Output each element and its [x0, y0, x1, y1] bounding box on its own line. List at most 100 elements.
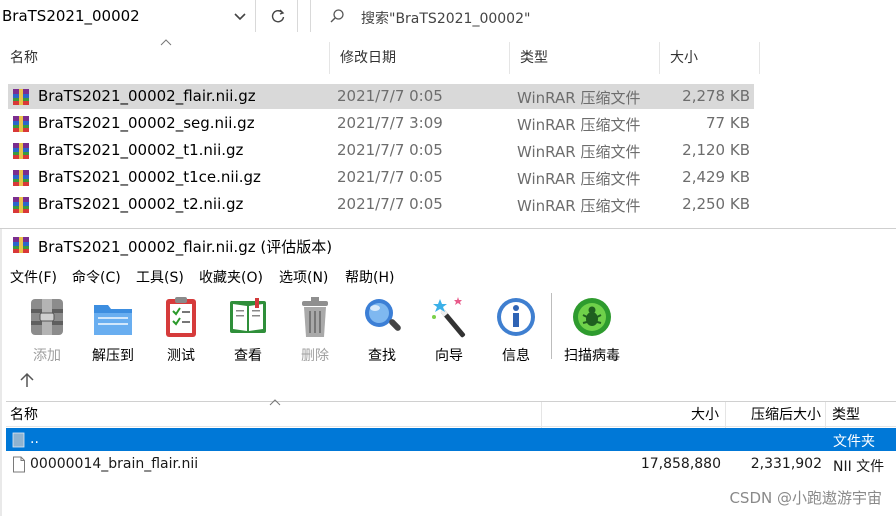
file-name: BraTS2021_00002_t1.nii.gz: [38, 141, 244, 159]
menu-options[interactable]: 选项(N): [279, 267, 328, 287]
row-packed-size: 2,331,902: [750, 456, 822, 472]
menu-favorites[interactable]: 收藏夹(O): [199, 267, 263, 287]
chevron-down-icon[interactable]: [232, 8, 248, 24]
column-type[interactable]: 类型: [510, 42, 660, 74]
row-type: 文件夹: [833, 434, 875, 450]
extract-to-label: 解压到: [92, 348, 134, 364]
extract-folder-icon: [94, 305, 132, 335]
view-label: 查看: [234, 348, 262, 364]
archive-column-name[interactable]: 名称: [6, 402, 542, 428]
winrar-window: BraTS2021_00002_flair.nii.gz (评估版本) 文件(F…: [0, 228, 896, 516]
archive-column-size[interactable]: 大小: [542, 402, 726, 428]
file-name: BraTS2021_00002_seg.nii.gz: [38, 114, 255, 132]
file-date: 2021/7/7 3:09: [337, 114, 443, 132]
rar-archive-icon: [13, 116, 29, 132]
add-archive-icon: [31, 299, 63, 335]
winrar-title: BraTS2021_00002_flair.nii.gz (评估版本): [38, 238, 333, 256]
find-label: 查找: [368, 348, 396, 364]
archive-column-type[interactable]: 类型: [826, 402, 896, 428]
archive-column-packed[interactable]: 压缩后大小: [726, 402, 826, 428]
delete-button[interactable]: 删除: [285, 293, 345, 365]
rar-archive-icon: [13, 143, 29, 159]
row-name: ..: [30, 431, 39, 447]
test-label: 测试: [167, 348, 195, 364]
rar-archive-icon: [13, 89, 29, 105]
test-button[interactable]: 测试: [151, 293, 211, 365]
menu-commands[interactable]: 命令(C): [72, 267, 121, 287]
file-date: 2021/7/7 0:05: [337, 195, 443, 213]
file-size: 2,120 KB: [682, 141, 750, 159]
rar-archive-icon: [13, 237, 29, 253]
toolbar-separator: [551, 293, 552, 359]
add-button[interactable]: 添加: [17, 293, 77, 365]
search-placeholder: 搜索"BraTS2021_00002": [361, 11, 531, 27]
winrar-toolbar: 添加 解压到 测试 查看 删除 查找 向导 信息 扫描病毒: [0, 289, 896, 369]
row-type: NII 文件: [833, 459, 885, 475]
file-type: WinRAR 压缩文件: [517, 116, 641, 134]
file-date: 2021/7/7 0:05: [337, 168, 443, 186]
archive-column-header: 名称 大小 压缩后大小 类型: [6, 399, 896, 428]
wizard-button[interactable]: 向导: [419, 293, 479, 365]
file-row[interactable]: BraTS2021_00002_t2.nii.gz 2021/7/7 0:05 Wi…: [8, 192, 754, 217]
explorer-column-header: 名称 修改日期 类型 大小: [0, 42, 896, 74]
watermark: CSDN @小跑遨游宇宙: [729, 489, 882, 507]
search-icon: [330, 9, 344, 23]
file-type: WinRAR 压缩文件: [517, 170, 641, 188]
find-button[interactable]: 查找: [352, 293, 412, 365]
file-type: WinRAR 压缩文件: [517, 197, 641, 215]
column-name[interactable]: 名称: [0, 42, 330, 74]
file-size: 2,429 KB: [682, 168, 750, 186]
file-row[interactable]: BraTS2021_00002_flair.nii.gz 2021/7/7 0:0…: [8, 84, 754, 109]
menu-file[interactable]: 文件(F): [10, 267, 57, 287]
file-name: BraTS2021_00002_t1ce.nii.gz: [38, 168, 261, 186]
archive-row-file[interactable]: 00000014_brain_flair.nii 17,858,880 2,33…: [6, 453, 896, 476]
column-size[interactable]: 大小: [660, 42, 760, 74]
trash-can-icon: [302, 297, 328, 337]
file-size: 2,278 KB: [682, 87, 750, 105]
info-label: 信息: [502, 348, 530, 364]
column-date[interactable]: 修改日期: [330, 42, 510, 74]
winrar-menu-bar: 文件(F) 命令(C) 工具(S) 收藏夹(O) 选项(N) 帮助(H): [0, 263, 896, 289]
file-icon: [13, 456, 25, 473]
extract-to-button[interactable]: 解压到: [83, 293, 143, 365]
test-clipboard-icon: [166, 297, 196, 337]
menu-help[interactable]: 帮助(H): [345, 267, 394, 287]
up-level-arrow-icon[interactable]: [18, 371, 36, 389]
info-button[interactable]: 信息: [486, 293, 546, 365]
winrar-title-bar: BraTS2021_00002_flair.nii.gz (评估版本): [0, 229, 896, 261]
file-type: WinRAR 压缩文件: [517, 89, 641, 107]
address-text: BraTS2021_00002: [2, 7, 140, 25]
magic-wand-icon: [432, 297, 466, 338]
file-date: 2021/7/7 0:05: [337, 87, 443, 105]
row-name: 00000014_brain_flair.nii: [30, 456, 199, 472]
rar-archive-icon: [13, 170, 29, 186]
parent-folder-icon: [12, 432, 25, 448]
search-input[interactable]: 搜索"BraTS2021_00002": [310, 0, 896, 32]
file-type: WinRAR 压缩文件: [517, 143, 641, 161]
virus-scan-icon: [573, 298, 611, 336]
file-size: 77 KB: [706, 114, 750, 132]
virus-scan-label: 扫描病毒: [564, 348, 620, 364]
wizard-label: 向导: [435, 348, 463, 364]
archive-row-parent[interactable]: .. 文件夹: [6, 428, 896, 451]
file-row[interactable]: BraTS2021_00002_seg.nii.gz 2021/7/7 3:09 W…: [8, 111, 754, 136]
file-row[interactable]: BraTS2021_00002_t1ce.nii.gz 2021/7/7 0:05…: [8, 165, 754, 190]
address-bar[interactable]: BraTS2021_00002: [0, 0, 256, 32]
view-button[interactable]: 查看: [218, 293, 278, 365]
file-name: BraTS2021_00002_t2.nii.gz: [38, 195, 244, 213]
menu-tools[interactable]: 工具(S): [136, 267, 184, 287]
file-name: BraTS2021_00002_flair.nii.gz: [38, 87, 256, 105]
rar-archive-icon: [13, 197, 29, 213]
explorer-address-row: BraTS2021_00002 搜索"BraTS2021_00002": [0, 0, 896, 34]
file-date: 2021/7/7 0:05: [337, 141, 443, 159]
info-icon: [497, 298, 535, 336]
view-book-icon: [230, 298, 266, 333]
refresh-icon: [271, 9, 285, 23]
virus-scan-button[interactable]: 扫描病毒: [562, 293, 622, 365]
refresh-button[interactable]: [258, 0, 298, 32]
file-row[interactable]: BraTS2021_00002_t1.nii.gz 2021/7/7 0:05 Wi…: [8, 138, 754, 163]
add-label: 添加: [33, 348, 61, 364]
magnifier-icon: [365, 299, 401, 331]
file-size: 2,250 KB: [682, 195, 750, 213]
delete-label: 删除: [301, 348, 329, 364]
